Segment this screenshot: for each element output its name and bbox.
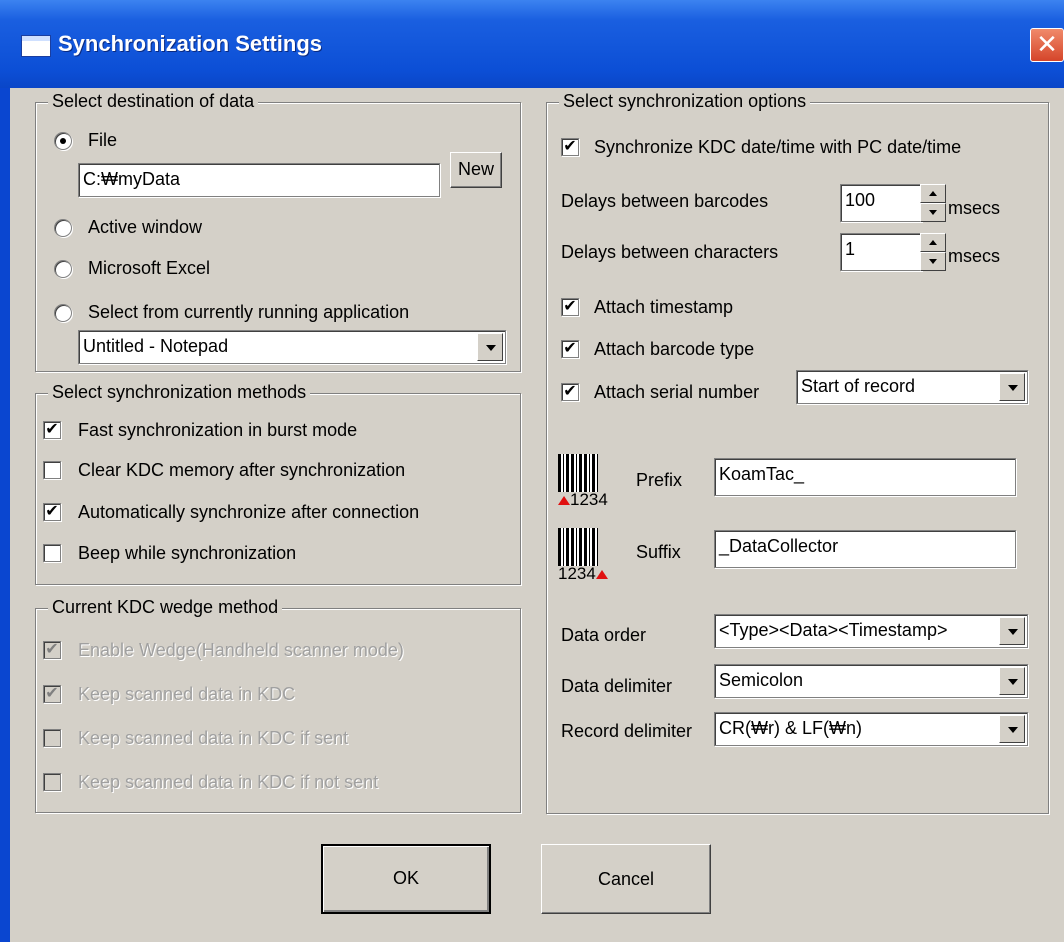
data-order-select[interactable]: <Type><Data><Timestamp> — [714, 614, 1028, 648]
data-order-label: Data order — [561, 625, 647, 645]
spin-up-icon[interactable] — [920, 233, 946, 252]
prefix-input[interactable]: KoamTac_ — [714, 458, 1016, 496]
dialog-client: Select destination of data File C:₩myDat… — [10, 88, 1064, 942]
running-app-select[interactable]: Untitled - Notepad — [78, 330, 506, 364]
data-delimiter-label: Data delimiter — [561, 676, 673, 696]
delay-chars-spinner[interactable] — [920, 233, 946, 271]
checkbox-keep-data: ✔ — [43, 685, 61, 703]
prefix-barcode-icon: 1234 — [558, 454, 622, 514]
checkbox-auto-sync[interactable]: ✔ — [43, 503, 61, 521]
prefix-label: Prefix — [636, 470, 683, 490]
suffix-label: Suffix — [636, 542, 681, 562]
record-delimiter-value: CR(₩r) & LF(₩n) — [719, 718, 862, 738]
spin-up-icon[interactable] — [920, 184, 946, 203]
checkbox-beep[interactable] — [43, 544, 61, 562]
data-order-value: <Type><Data><Timestamp> — [719, 620, 948, 640]
radio-selected-dot — [60, 138, 66, 144]
checkbox-enable-wedge: ✔ — [43, 641, 61, 659]
close-icon: ✕ — [1036, 29, 1058, 59]
radio-file[interactable] — [54, 132, 72, 150]
barcode-bars — [558, 454, 598, 492]
checkbox-attach-timestamp-label: Attach timestamp — [594, 297, 734, 317]
dialog-window: Synchronization Settings ✕ Select destin… — [0, 0, 1064, 942]
checkbox-keep-if-not-sent-label: Keep scanned data in KDC if not sent — [78, 772, 379, 792]
running-app-value: Untitled - Notepad — [83, 336, 229, 356]
delay-chars-input[interactable]: 1 — [840, 233, 922, 271]
destination-legend: Select destination of data — [48, 91, 259, 112]
checkbox-attach-barcode-type-label: Attach barcode type — [594, 339, 755, 359]
checkbox-keep-if-sent-label: Keep scanned data in KDC if sent — [78, 728, 349, 748]
radio-microsoft-excel-label: Microsoft Excel — [88, 258, 211, 278]
checkbox-keep-data-label: Keep scanned data in KDC — [78, 684, 296, 704]
checkbox-fast-sync-label: Fast synchronization in burst mode — [78, 420, 358, 440]
checkbox-clear-memory-label: Clear KDC memory after synchronization — [78, 460, 406, 480]
radio-microsoft-excel[interactable] — [54, 260, 72, 278]
chevron-down-icon[interactable] — [999, 667, 1025, 695]
checkbox-beep-label: Beep while synchronization — [78, 543, 297, 563]
window-icon — [22, 36, 50, 56]
radio-running-app[interactable] — [54, 304, 72, 322]
checkbox-keep-if-not-sent — [43, 773, 61, 791]
checkbox-fast-sync[interactable]: ✔ — [43, 421, 61, 439]
checkbox-attach-serial[interactable]: ✔ — [561, 383, 579, 401]
delay-barcodes-spinner[interactable] — [920, 184, 946, 222]
chevron-down-icon[interactable] — [477, 333, 503, 361]
delay-chars-label: Delays between characters — [561, 242, 779, 262]
chevron-down-icon[interactable] — [999, 373, 1025, 401]
checkbox-attach-serial-label: Attach serial number — [594, 382, 760, 402]
chevron-down-icon[interactable] — [999, 617, 1025, 645]
radio-active-window[interactable] — [54, 219, 72, 237]
checkbox-auto-sync-label: Automatically synchronize after connecti… — [78, 502, 420, 522]
checkbox-keep-if-sent — [43, 729, 61, 747]
window-title: Synchronization Settings — [58, 31, 323, 56]
spin-down-icon[interactable] — [920, 252, 946, 271]
radio-active-window-label: Active window — [88, 217, 203, 237]
checkbox-sync-datetime-label: Synchronize KDC date/time with PC date/t… — [594, 137, 962, 157]
new-file-button[interactable]: New — [450, 152, 502, 188]
delay-barcodes-input[interactable]: 100 — [840, 184, 922, 222]
cancel-button[interactable]: Cancel — [541, 844, 711, 914]
suffix-icon-digits: 1234 — [558, 564, 596, 583]
wedge-legend: Current KDC wedge method — [48, 597, 283, 618]
chevron-down-icon[interactable] — [999, 715, 1025, 743]
delay-barcodes-unit: msecs — [948, 198, 1001, 218]
record-delimiter-select[interactable]: CR(₩r) & LF(₩n) — [714, 712, 1028, 746]
close-button[interactable]: ✕ — [1030, 28, 1064, 62]
spin-down-icon[interactable] — [920, 203, 946, 222]
file-path-input[interactable]: C:₩myData — [78, 163, 440, 197]
checkbox-attach-timestamp[interactable]: ✔ — [561, 298, 579, 316]
red-triangle-icon — [595, 570, 608, 580]
ok-button[interactable]: OK — [321, 844, 491, 914]
title-bar[interactable]: Synchronization Settings ✕ — [0, 0, 1064, 88]
radio-file-label: File — [88, 130, 118, 150]
checkbox-enable-wedge-label: Enable Wedge(Handheld scanner mode) — [78, 640, 404, 660]
checkbox-clear-memory[interactable] — [43, 461, 61, 479]
data-delimiter-select[interactable]: Semicolon — [714, 664, 1028, 698]
red-triangle-icon — [558, 496, 570, 506]
checkbox-attach-barcode-type[interactable]: ✔ — [561, 340, 579, 358]
serial-position-select[interactable]: Start of record — [796, 370, 1028, 404]
options-legend: Select synchronization options — [559, 91, 811, 112]
suffix-input[interactable]: _DataCollector — [714, 530, 1016, 568]
record-delimiter-label: Record delimiter — [561, 721, 693, 741]
data-delimiter-value: Semicolon — [719, 670, 804, 690]
delay-barcodes-label: Delays between barcodes — [561, 191, 769, 211]
radio-running-app-label: Select from currently running applicatio… — [88, 302, 410, 322]
suffix-barcode-icon: 1234 — [558, 528, 622, 588]
barcode-bars — [558, 528, 598, 566]
checkbox-sync-datetime[interactable]: ✔ — [561, 138, 579, 156]
delay-chars-unit: msecs — [948, 246, 1001, 266]
methods-legend: Select synchronization methods — [48, 382, 311, 403]
prefix-icon-digits: 1234 — [570, 490, 608, 509]
serial-position-value: Start of record — [801, 376, 916, 396]
